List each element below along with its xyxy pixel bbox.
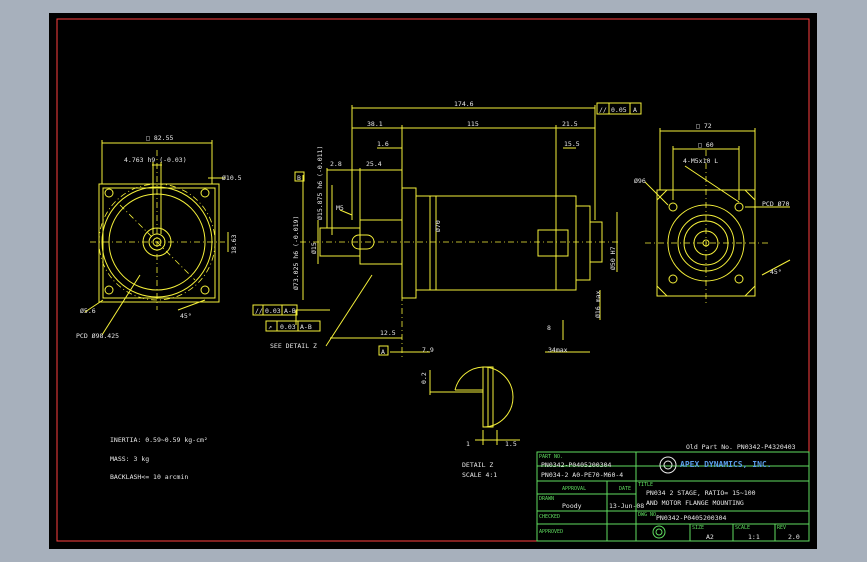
see-detail: SEE DETAIL Z	[270, 342, 317, 350]
tol-top-symbol: //	[599, 106, 607, 114]
dim-15: 15.5	[564, 140, 580, 148]
tb-approved: APPROVED	[539, 529, 563, 535]
dim-pcd-front: PCD Ø98.425	[76, 332, 119, 340]
datum-b: B	[297, 174, 301, 182]
tb-size: A2	[706, 533, 714, 541]
tb-drawn: Poody	[562, 502, 582, 510]
detail-scale: SCALE 4:1	[462, 471, 497, 479]
dim-hole-front: Ø10.5	[222, 174, 242, 182]
tb-size-label: SIZE	[692, 525, 704, 531]
tb-date: DATE	[619, 486, 631, 492]
dim-angle-front: 45°	[180, 312, 192, 320]
tb-company: APEX DYNAMICS, INC.	[680, 460, 772, 469]
dim-detail-a: 0.2	[420, 372, 428, 384]
tol-run-value: 0.03	[280, 323, 296, 331]
projection-symbol-icon	[652, 525, 666, 539]
tol-top-datum: A	[633, 106, 637, 114]
dim-angle-back: 45°	[770, 268, 782, 276]
dim-dia15: Ø15	[310, 242, 318, 254]
dim-overall: 174.6	[454, 100, 474, 108]
dim-key-h: 18.63	[230, 234, 238, 254]
tb-checked: CHECKED	[539, 514, 560, 520]
tb-part-no-2: PN034-2 A0-PE70-M60-4	[541, 471, 623, 479]
tb-title-1: PN034 2 STAGE, RATIO= 15~100	[646, 489, 756, 497]
dim-115: 115	[467, 120, 479, 128]
dim-dia50: Ø50 H7	[609, 246, 617, 270]
note-inertia: INERTIA: 0.59~0.59 kg-cm²	[110, 436, 208, 444]
dim-shaft: Ø15.875 h6 (-0.011)	[316, 146, 324, 220]
tol-run-datum: A-B	[300, 323, 312, 331]
dim-sq-front: □ 82.55	[146, 134, 173, 142]
tb-part-no-1: PN0342-P0405200304	[541, 461, 612, 469]
side-view	[252, 102, 642, 360]
front-view	[84, 140, 229, 336]
detail-label: DETAIL Z	[462, 461, 493, 469]
dim-sq-back2: □ 60	[698, 141, 714, 149]
dim-pcd-back: PCD Ø70	[762, 200, 789, 208]
tb-title-label: TITLE	[638, 482, 653, 488]
tol-par-symbol: //	[255, 307, 263, 315]
dim-detail-b: 1.5	[505, 440, 517, 448]
dim-key-w: 4.763 h9 (-0.03)	[124, 156, 187, 164]
note-mass: MASS: 3 kg	[110, 455, 149, 463]
tb-drawn-date: 13-Jun-08	[609, 502, 644, 510]
dim-pilot: Ø73.025 h6 (-0.019)	[292, 216, 300, 290]
dim-m5: M5	[336, 204, 344, 212]
dim-detail-c: 1	[466, 440, 470, 448]
tb-dwg-no: PN0342-P0405200304	[656, 514, 727, 522]
dim-34: 34max	[548, 346, 568, 354]
datum-a: A	[381, 348, 385, 356]
old-part-no: Old Part No. PN0342-P4320403	[686, 443, 796, 451]
dim-25: 25.4	[366, 160, 382, 168]
dim-8: 8	[547, 324, 551, 332]
tol-run-symbol: ↗	[268, 323, 272, 331]
dim-hole-small: Ø5.6	[80, 307, 96, 315]
dim-tap-back: 4-M5x10 L	[683, 157, 718, 165]
dim-79: 7.9	[422, 346, 434, 354]
tb-scale: 1:1	[748, 533, 760, 541]
dim-16: 1.6	[377, 140, 389, 148]
dim-sq-back1: □ 72	[696, 122, 712, 130]
tb-part-no-label: PART NO.	[539, 454, 563, 460]
dim-dia96: Ø96	[634, 177, 646, 185]
dim-38: 38.1	[367, 120, 383, 128]
tb-approval: APPROVAL	[562, 486, 586, 492]
cad-viewer: 174.6 38.1 115 21.5 15.5 1.6 2.8 25.4 12…	[0, 0, 867, 562]
tol-par-datum: A-B	[284, 307, 296, 315]
tb-rev: 2.0	[788, 533, 800, 541]
company-logo-icon	[659, 456, 677, 474]
tb-scale-label: SCALE	[735, 525, 750, 531]
dim-dia70: Ø70	[434, 220, 442, 232]
tol-par-value: 0.03	[265, 307, 281, 315]
tb-title-2: AND MOTOR FLANGE MOUNTING	[646, 499, 744, 507]
dim-125: 12.5	[380, 329, 396, 337]
note-backlash: BACKLASH<= 10 arcmin	[110, 473, 188, 481]
tol-top-value: 0.05	[611, 106, 627, 114]
drawing-canvas: 174.6 38.1 115 21.5 15.5 1.6 2.8 25.4 12…	[56, 18, 810, 542]
dim-28: 2.8	[330, 160, 342, 168]
dim-dia16: Ø16 max	[594, 291, 602, 318]
tb-drawn-label: DRAWN	[539, 496, 554, 502]
detail-z	[429, 366, 520, 445]
tb-rev-label: REV	[777, 525, 786, 531]
rear-view	[644, 128, 791, 305]
dim-21: 21.5	[562, 120, 578, 128]
